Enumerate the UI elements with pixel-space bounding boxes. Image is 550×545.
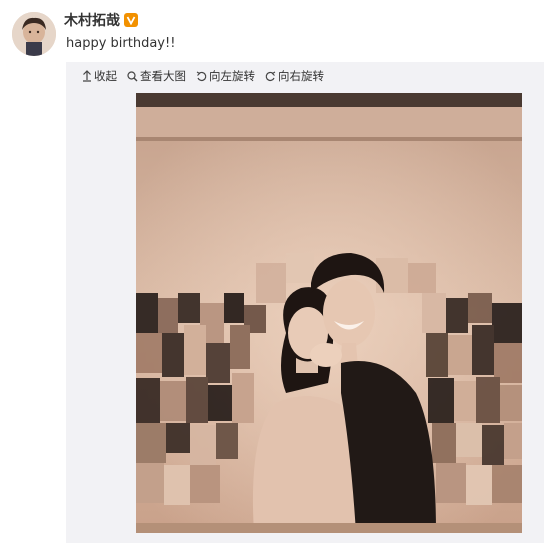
rotate-left-icon [196, 71, 207, 82]
rotate-left-label: 向左旋转 [209, 69, 255, 83]
collapse-button[interactable]: 收起 [82, 68, 117, 84]
rotate-right-button[interactable]: 向右旋转 [265, 68, 324, 84]
rotate-left-button[interactable]: 向左旋转 [196, 68, 255, 84]
post-photo[interactable] [136, 93, 522, 533]
username-label[interactable]: 木村拓哉 [64, 10, 120, 30]
avatar-image [12, 12, 56, 56]
media-panel: 收起 查看大图 向左旋转 向右旋转 [66, 62, 544, 543]
view-large-button[interactable]: 查看大图 [127, 68, 186, 84]
post-text: happy birthday!! [66, 36, 176, 51]
rotate-right-label: 向右旋转 [278, 69, 324, 83]
arrow-up-icon [82, 70, 92, 82]
post-author[interactable]: 木村拓哉 [64, 10, 138, 30]
avatar[interactable] [12, 12, 56, 56]
verified-badge-icon [124, 13, 138, 27]
collapse-label: 收起 [94, 69, 117, 83]
magnifier-icon [127, 70, 138, 82]
media-toolbar: 收起 查看大图 向左旋转 向右旋转 [82, 68, 324, 84]
view-large-label: 查看大图 [140, 69, 186, 83]
photo-image [136, 93, 522, 533]
rotate-right-icon [265, 71, 276, 82]
